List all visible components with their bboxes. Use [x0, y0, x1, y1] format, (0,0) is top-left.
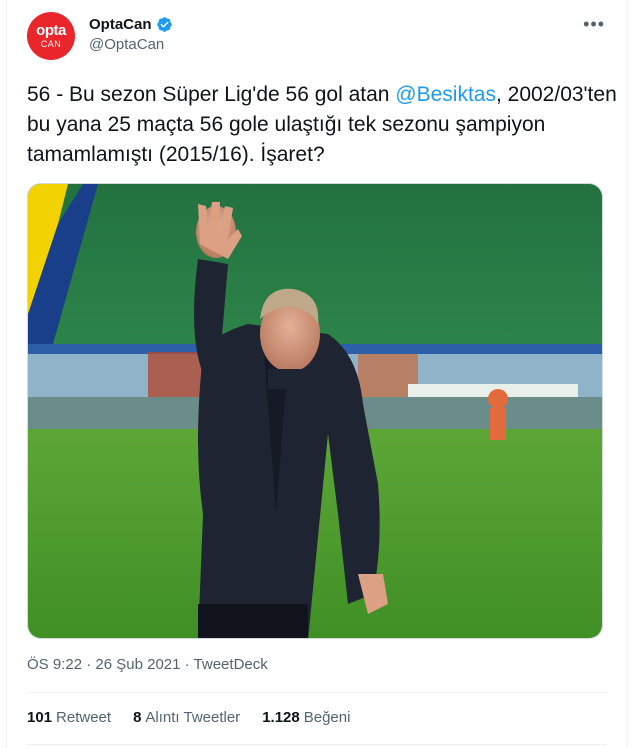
author-handle[interactable]: @OptaCan [89, 36, 173, 53]
author-display-name-row[interactable]: OptaCan [89, 16, 173, 33]
tweet-card: opta CAN OptaCan @OptaCan ••• 56 - Bu se… [6, 0, 628, 748]
mention-link[interactable]: @Besiktas [395, 83, 496, 106]
avatar-logo-subtext: CAN [40, 39, 62, 49]
likes-count: 1.128 [262, 709, 300, 726]
likes-stat[interactable]: 1.128 Beğeni [262, 709, 350, 726]
tweet-meta: ÖS 9:22 · 26 Şub 2021 · TweetDeck [27, 656, 268, 673]
tweet-text-part: 56 - Bu sezon Süper Lig'de 56 gol atan [27, 83, 396, 106]
author-display-name[interactable]: OptaCan [89, 16, 152, 33]
tweet-date[interactable]: 26 Şub 2021 [95, 656, 180, 673]
avatar-logo-text: opta [36, 22, 66, 39]
tweet-time[interactable]: ÖS 9:22 [27, 656, 82, 673]
verified-badge-icon [156, 17, 172, 32]
photo-coach-waving [28, 184, 602, 638]
meta-separator: · [86, 656, 92, 673]
meta-separator: · [184, 656, 190, 673]
retweets-stat[interactable]: 101 Retweet [27, 709, 111, 726]
tweet-stats: 101 Retweet 8 Alıntı Tweetler 1.128 Beğeni [27, 709, 350, 726]
divider [27, 744, 607, 745]
tweet-header: opta CAN OptaCan @OptaCan ••• [27, 12, 609, 64]
quotes-stat[interactable]: 8 Alıntı Tweetler [133, 709, 240, 726]
tweet-text: 56 - Bu sezon Süper Lig'de 56 gol atan @… [27, 80, 617, 170]
quotes-count: 8 [133, 709, 142, 726]
avatar[interactable]: opta CAN [27, 12, 75, 60]
retweets-label: Retweet [56, 709, 112, 726]
more-horizontal-icon[interactable]: ••• [583, 14, 605, 35]
quotes-label: Alıntı Tweetler [145, 709, 241, 726]
divider [27, 692, 607, 693]
tweet-photo[interactable] [27, 183, 603, 639]
likes-label: Beğeni [303, 709, 351, 726]
author-names: OptaCan @OptaCan [89, 16, 173, 53]
retweets-count: 101 [27, 709, 53, 726]
tweet-source[interactable]: TweetDeck [194, 656, 268, 673]
